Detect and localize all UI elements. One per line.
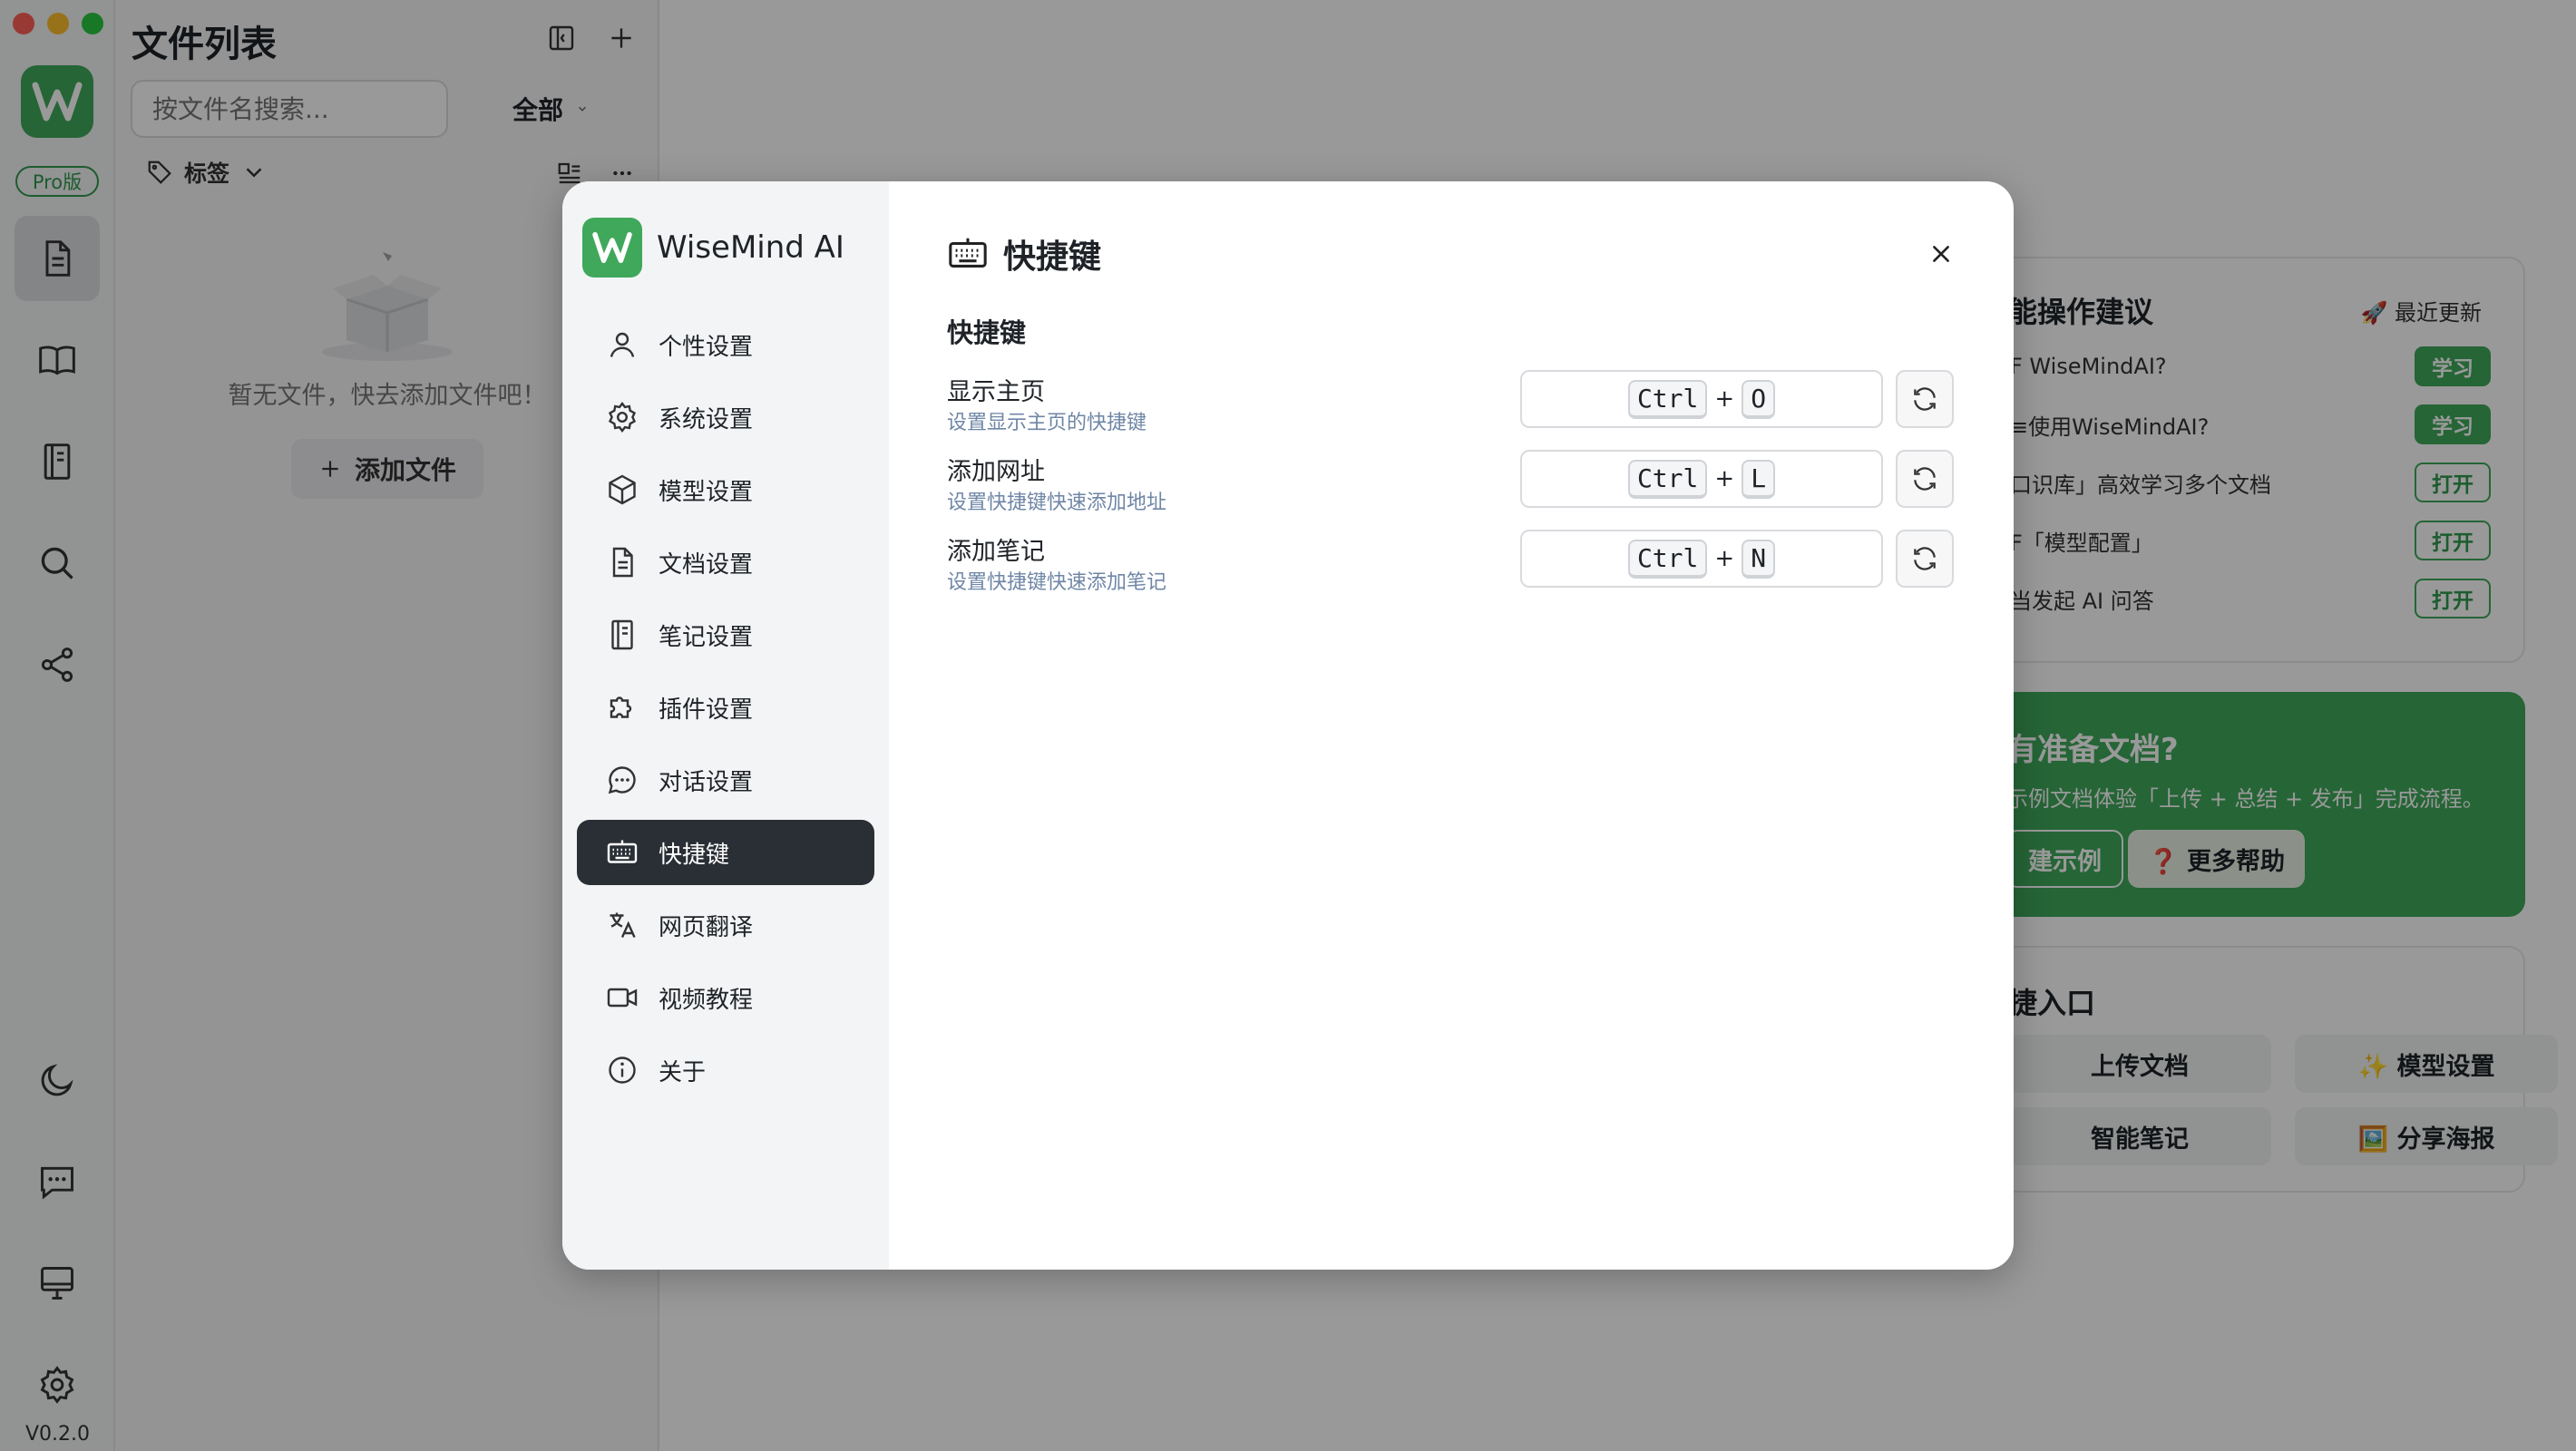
nav-label: 个性设置 [659, 333, 754, 361]
nav-plugin-settings[interactable]: 插件设置 [577, 675, 874, 740]
keyboard-icon [949, 238, 987, 268]
key-cap: N [1742, 539, 1776, 579]
nav-label: 模型设置 [659, 478, 754, 506]
nav-label: 快捷键 [659, 841, 730, 869]
key-cap: L [1742, 459, 1776, 499]
shortcut-desc: 设置显示主页的快捷键 [947, 412, 1147, 434]
user-icon [610, 332, 635, 357]
shortcut-row-show-home: 显示主页 设置显示主页的快捷键 Ctrl + O [947, 370, 1954, 444]
nav-label: 视频教程 [659, 986, 754, 1014]
chat-icon [608, 766, 636, 794]
cube-icon [609, 474, 636, 505]
shortcut-input[interactable]: Ctrl + O [1520, 370, 1883, 428]
nav-label: 关于 [659, 1058, 707, 1086]
document-icon [612, 547, 633, 578]
shortcut-input[interactable]: Ctrl + N [1520, 530, 1883, 588]
nav-system-settings[interactable]: 系统设置 [577, 385, 874, 450]
key-cap: Ctrl [1627, 379, 1708, 419]
nav-label: 笔记设置 [659, 623, 754, 651]
key-plus: + [1714, 545, 1735, 572]
shortcut-reset-button[interactable] [1896, 450, 1954, 508]
info-icon [609, 1057, 636, 1084]
nav-label: 系统设置 [659, 405, 754, 433]
notebook-icon [611, 619, 633, 650]
key-cap: O [1742, 379, 1776, 419]
keyboard-icon [607, 840, 638, 863]
shortcuts-panel: 快捷键 快捷键 显示主页 设置显示主页的快捷键 Ctrl + O 添加网址 设置… [889, 181, 2014, 1270]
modal-close-button[interactable] [1923, 236, 1959, 272]
nav-label: 插件设置 [659, 696, 754, 724]
panel-header: 快捷键 [947, 230, 1101, 278]
shortcut-input[interactable]: Ctrl + L [1520, 450, 1883, 508]
settings-sidebar: WiseMind AI 个性设置 系统设置 模型设置 文档设置 笔记设置 插件设… [562, 181, 889, 1270]
nav-model-settings[interactable]: 模型设置 [577, 457, 874, 522]
settings-modal: WiseMind AI 个性设置 系统设置 模型设置 文档设置 笔记设置 插件设… [562, 181, 2014, 1270]
refresh-icon [1914, 387, 1936, 411]
key-cap: Ctrl [1627, 459, 1708, 499]
puzzle-icon [610, 696, 632, 718]
shortcut-title: 显示主页 [947, 378, 1045, 406]
key-plus: + [1714, 385, 1735, 413]
gear-icon [608, 402, 637, 433]
brand-name: WiseMind AI [657, 229, 844, 266]
shortcut-title: 添加笔记 [947, 538, 1045, 566]
nav-web-translate[interactable]: 网页翻译 [577, 892, 874, 958]
refresh-icon [1914, 547, 1936, 570]
nav-video-tutorial[interactable]: 视频教程 [577, 965, 874, 1030]
key-cap: Ctrl [1627, 539, 1708, 579]
video-icon [607, 988, 638, 1008]
nav-label: 对话设置 [659, 768, 754, 796]
nav-label: 网页翻译 [659, 913, 754, 941]
shortcut-reset-button[interactable] [1896, 530, 1954, 588]
section-label: 快捷键 [947, 317, 1027, 348]
nav-shortcuts[interactable]: 快捷键 [577, 820, 874, 885]
shortcut-row-add-url: 添加网址 设置快捷键快速添加地址 Ctrl + L [947, 450, 1954, 524]
shortcut-reset-button[interactable] [1896, 370, 1954, 428]
refresh-icon [1914, 467, 1936, 491]
key-plus: + [1714, 465, 1735, 492]
nav-about[interactable]: 关于 [577, 1037, 874, 1103]
shortcut-desc: 设置快捷键快速添加地址 [947, 492, 1167, 514]
panel-title: 快捷键 [1003, 239, 1102, 276]
nav-document-settings[interactable]: 文档设置 [577, 530, 874, 595]
close-icon [1933, 246, 1949, 262]
translate-icon [610, 912, 636, 938]
nav-chat-settings[interactable]: 对话设置 [577, 747, 874, 813]
modal-brand: WiseMind AI [582, 218, 844, 278]
nav-note-settings[interactable]: 笔记设置 [577, 602, 874, 667]
shortcut-title: 添加网址 [947, 458, 1045, 486]
nav-personal-settings[interactable]: 个性设置 [577, 312, 874, 377]
nav-label: 文档设置 [659, 550, 754, 579]
wisemind-logo [582, 218, 642, 278]
shortcut-desc: 设置快捷键快速添加笔记 [947, 571, 1167, 594]
shortcut-row-add-note: 添加笔记 设置快捷键快速添加笔记 Ctrl + N [947, 530, 1954, 604]
